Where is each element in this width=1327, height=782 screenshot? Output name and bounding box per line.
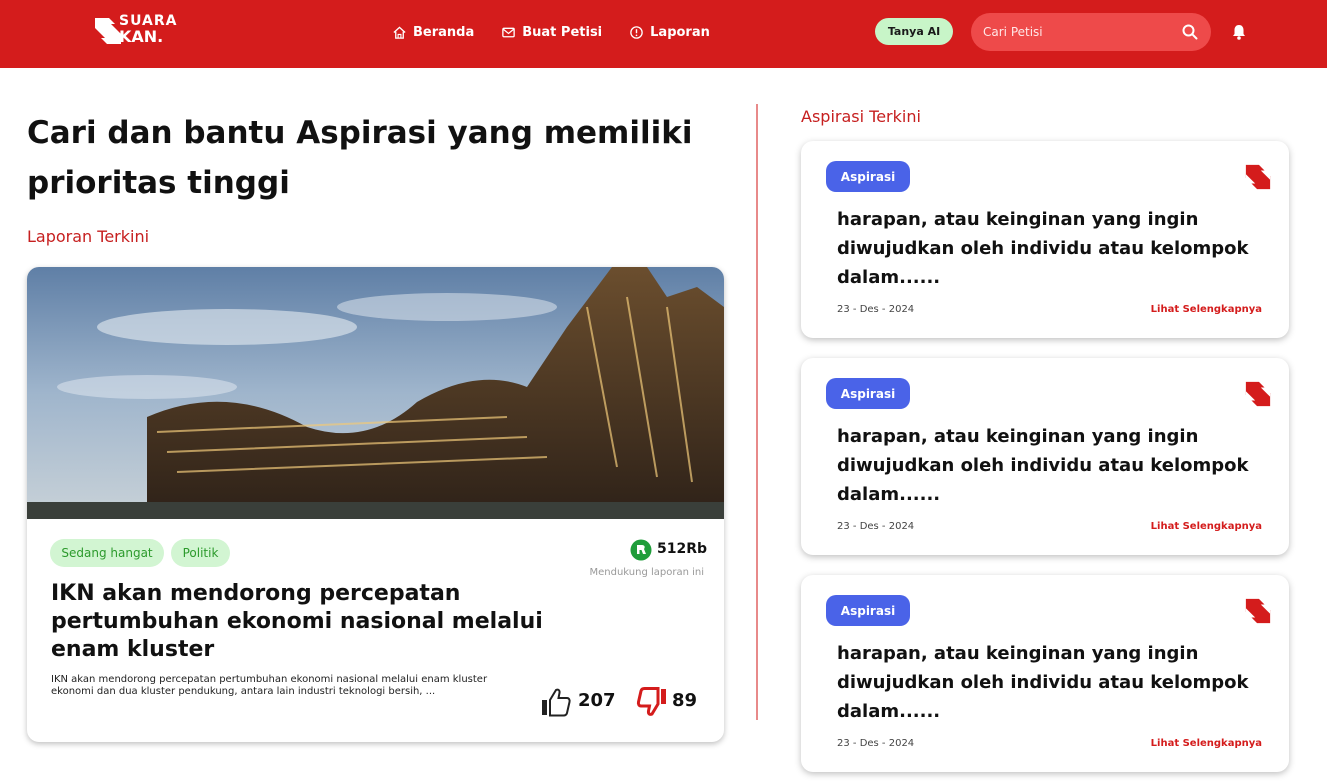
featured-report-card[interactable]: Sedang hangat Politik 512Rb Mendukung la… — [27, 267, 724, 742]
support-icon — [630, 539, 652, 561]
nav-laporan[interactable]: Laporan — [629, 22, 710, 42]
aspirasi-badge: Aspirasi — [826, 161, 910, 192]
tanya-ai-button[interactable]: Tanya AI — [875, 18, 953, 45]
aspiration-date: 23 - Des - 2024 — [837, 304, 915, 315]
alert-circle-icon — [630, 25, 643, 39]
bell-icon[interactable] — [1231, 23, 1247, 41]
nav-beranda-label: Beranda — [413, 24, 475, 40]
aspiration-date: 23 - Des - 2024 — [837, 521, 915, 532]
brand-logo-icon — [1245, 598, 1271, 624]
tag-sedang-hangat[interactable]: Sedang hangat — [50, 539, 164, 567]
suarakan-logo[interactable]: SUARA KAN. — [93, 13, 203, 49]
support-count: 512Rb — [657, 541, 708, 557]
search-bar — [971, 13, 1211, 51]
aspirasi-badge: Aspirasi — [826, 595, 910, 626]
aspiration-card[interactable]: Aspirasi harapan, atau keinginan yang in… — [801, 575, 1289, 772]
nav-buat-petisi[interactable]: Buat Petisi — [501, 22, 602, 42]
report-image — [27, 267, 724, 519]
aspiration-text: harapan, atau keinginan yang ingin diwuj… — [837, 643, 1249, 722]
report-title[interactable]: IKN akan mendorong percepatan pertumbuha… — [51, 580, 571, 664]
mail-icon — [502, 27, 516, 37]
column-divider — [756, 104, 758, 720]
nav-laporan-label: Laporan — [650, 24, 710, 40]
report-description: IKN akan mendorong percepatan pertumbuha… — [51, 674, 488, 697]
thumbs-up-icon[interactable] — [540, 687, 572, 717]
like-count: 207 — [578, 690, 616, 711]
see-more-link[interactable]: Lihat Selengkapnya — [1151, 304, 1262, 315]
logo-text-line2: KAN. — [119, 27, 164, 46]
page-headline: Cari dan bantu Aspirasi yang memiliki pr… — [27, 115, 693, 201]
top-navbar: SUARA KAN. Beranda Buat Petisi Laporan T… — [0, 0, 1327, 68]
brand-logo-icon — [1245, 164, 1271, 190]
support-caption: Mendukung laporan ini — [589, 567, 704, 578]
latest-reports-label: Laporan Terkini — [27, 227, 150, 246]
aspiration-text: harapan, atau keinginan yang ingin diwuj… — [837, 209, 1249, 288]
aspiration-date: 23 - Des - 2024 — [837, 738, 915, 749]
nav-buat-petisi-label: Buat Petisi — [522, 24, 603, 40]
tag-politik[interactable]: Politik — [171, 539, 230, 567]
see-more-link[interactable]: Lihat Selengkapnya — [1151, 521, 1262, 532]
see-more-link[interactable]: Lihat Selengkapnya — [1151, 738, 1262, 749]
aspirasi-badge: Aspirasi — [826, 378, 910, 409]
dislike-count: 89 — [672, 690, 698, 711]
latest-aspirations-label: Aspirasi Terkini — [801, 107, 921, 126]
brand-logo-icon — [1245, 381, 1271, 407]
aspiration-card[interactable]: Aspirasi harapan, atau keinginan yang in… — [801, 358, 1289, 555]
aspiration-card[interactable]: Aspirasi harapan, atau keinginan yang in… — [801, 141, 1289, 338]
thumbs-down-icon[interactable] — [636, 687, 668, 717]
main-nav: Beranda Buat Petisi Laporan — [392, 22, 737, 42]
home-icon — [393, 25, 406, 39]
nav-beranda[interactable]: Beranda — [392, 22, 474, 42]
aspiration-text: harapan, atau keinginan yang ingin diwuj… — [837, 426, 1249, 505]
search-input[interactable] — [983, 22, 1163, 42]
search-icon[interactable] — [1181, 23, 1199, 41]
